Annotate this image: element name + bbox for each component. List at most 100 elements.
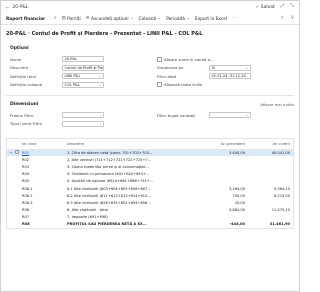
show-all-lines-label: Afișează toate liniile xyxy=(164,82,203,88)
row-checkbox-cell[interactable] xyxy=(14,221,21,228)
row-indicator-icon xyxy=(7,221,14,228)
row-description-cell: 6. Alte cheltuieli - total xyxy=(67,208,108,213)
budget-filter-select[interactable] xyxy=(209,112,251,119)
table-row[interactable]: → R01 1. Cifra de afaceri netă (contr. 701… xyxy=(7,149,293,157)
cur-year-cell xyxy=(248,199,293,206)
row-description-cell: 3. Costul materiilor prime și al consuma… xyxy=(67,164,149,169)
column-button[interactable]: Coloană ⌄ xyxy=(138,15,162,22)
row-number-cell[interactable]: R05 xyxy=(21,178,66,185)
prev-year-cell: 3.440,00 xyxy=(203,149,248,157)
chevron-down-icon: ⌄ xyxy=(157,15,162,21)
currency-checkbox[interactable] xyxy=(157,56,162,62)
prev-year-cell xyxy=(203,163,248,170)
column-label: Coloană xyxy=(138,16,157,22)
row-indicator-icon xyxy=(7,178,14,185)
export-excel-button[interactable]: Export în Excel xyxy=(195,17,227,22)
currency-checkbox-label: Afișare sume în valută a... xyxy=(164,56,214,62)
row-indicator-icon xyxy=(7,207,14,214)
row-number-cell[interactable]: R01 xyxy=(21,149,66,157)
table-row[interactable]: R06.1 6.1 Alte cheltuieli (603+604+605+60… xyxy=(7,185,293,192)
row-checkbox-cell[interactable] xyxy=(14,192,21,199)
expand-icon[interactable]: ⤢ xyxy=(281,5,285,10)
saved-status: ✓ Salvat xyxy=(256,5,275,11)
prev-year-header[interactable]: An precedent xyxy=(203,139,248,150)
print-icon: ▤ xyxy=(61,15,66,21)
row-checkbox-cell[interactable] xyxy=(14,149,21,157)
table-row[interactable]: R05 5. Ajustări de valoare (6814+681+686+… xyxy=(7,178,293,185)
row-indicator-icon xyxy=(7,156,14,163)
share-icon[interactable]: ⇪ xyxy=(280,16,284,21)
dimensions-title-text: Dimensiuni xyxy=(10,102,39,107)
name-field[interactable]: 20-P&L xyxy=(62,56,104,63)
options-right-column: Afișare sume în valută a... Vizualizare … xyxy=(157,55,294,89)
dimensions-left-column: Produs Filtru Tipuri venit Filtru xyxy=(10,111,147,128)
cur-year-cell: 6.215,00 xyxy=(273,193,290,198)
prev-year-cell xyxy=(203,156,248,163)
row-checkbox-cell[interactable] xyxy=(14,171,21,178)
hide-options-button[interactable]: ⚙ Ascundeți opțiuni ⌄ xyxy=(86,15,134,22)
row-checkbox-cell[interactable] xyxy=(14,207,21,214)
row-number-cell[interactable]: R06.3 xyxy=(21,199,66,206)
chevron-down-icon: ⌄ xyxy=(130,15,134,21)
cur-year-cell: 5.364,10 xyxy=(273,186,290,191)
row-no-header[interactable]: Nr. rând xyxy=(21,139,66,150)
row-checkbox-cell[interactable] xyxy=(14,163,21,170)
options-title-text: Opțiuni xyxy=(10,46,29,51)
print-button[interactable]: ▤ Porniți xyxy=(61,15,81,22)
row-indicator-icon xyxy=(7,185,14,192)
row-indicator-icon xyxy=(7,192,14,199)
row-checkbox[interactable] xyxy=(15,150,19,155)
period-button[interactable]: Perioadă ⌄ xyxy=(166,15,190,22)
row-number-cell[interactable]: R08 xyxy=(21,221,66,228)
column-definition-select[interactable]: COL P&L xyxy=(62,81,104,88)
row-definition-label: Definiție rând xyxy=(10,73,36,79)
table-row[interactable]: R06.2 6.2 Alte cheltuieli (611+612+613+61… xyxy=(7,192,293,199)
back-arrow-icon[interactable]: ← xyxy=(6,5,9,10)
table-row[interactable]: R07 7. Impozite (691+698) xyxy=(7,214,293,221)
income-type-filter-select[interactable] xyxy=(62,120,104,127)
hide-options-label: Ascundeți opțiuni xyxy=(91,16,129,22)
prev-year-cell: 3.164,00 xyxy=(228,186,245,191)
more-options-icon[interactable]: ⋯ xyxy=(232,16,236,21)
date-filter-field[interactable]: 01.01.24..31.12.24 xyxy=(209,73,251,80)
table-row[interactable]: R06 6. Alte cheltuieli - total 3.884,00 11.… xyxy=(7,207,293,214)
row-indicator-icon xyxy=(7,171,14,178)
cur-year-header[interactable]: An curent xyxy=(248,139,293,150)
table-row[interactable]: R02 2. Alte venituri (711+712+721+722+723… xyxy=(7,156,293,163)
row-checkbox-cell[interactable] xyxy=(14,185,21,192)
table-row[interactable]: R08 PROFITUL SAU PIERDEREA NETĂ A EX... -4… xyxy=(7,221,293,228)
row-number-cell[interactable]: R06.2 xyxy=(21,192,66,199)
table-row[interactable]: R03 3. Costul materiilor prime și al cons… xyxy=(7,163,293,170)
collapse-icon[interactable]: ⤡ xyxy=(290,5,294,10)
chevron-down-icon: ⌄ xyxy=(186,15,190,21)
filter-icon[interactable]: ⊽ xyxy=(291,16,294,21)
table-row[interactable]: R06.3 6.3 Alte cheltuieli (628+635+652+65… xyxy=(7,199,293,206)
row-number-cell[interactable]: R06 xyxy=(21,207,66,214)
row-number-cell[interactable]: R04 xyxy=(21,171,66,178)
cur-year-cell xyxy=(248,171,293,178)
cur-year-cell: 11.579,10 xyxy=(271,208,290,213)
row-number-cell[interactable]: R06.1 xyxy=(21,185,66,192)
row-definition-select[interactable]: LINII P&L xyxy=(62,73,104,80)
row-checkbox-cell[interactable] xyxy=(14,214,21,221)
show-more-link[interactable]: Afișare mai multe xyxy=(260,102,294,107)
show-all-lines-checkbox[interactable] xyxy=(157,82,162,88)
period-label: Perioadă xyxy=(166,16,185,22)
view-by-select[interactable]: Zi xyxy=(209,64,251,71)
row-checkbox-cell[interactable] xyxy=(14,199,21,206)
table-row[interactable]: R04 4. Cheltuieli cu personalul (641+642+… xyxy=(7,171,293,178)
row-number-cell[interactable]: R03 xyxy=(21,163,66,170)
row-indicator-icon xyxy=(7,199,14,206)
row-description-cell: 6.1 Alte cheltuieli (603+604+605+606+607… xyxy=(67,186,151,191)
cur-year-cell xyxy=(248,214,293,221)
product-filter-select[interactable] xyxy=(62,112,104,119)
row-number-cell[interactable]: R02 xyxy=(21,156,66,163)
row-checkbox-cell[interactable] xyxy=(14,156,21,163)
search-icon[interactable]: ⌕ xyxy=(54,16,56,21)
row-number-cell[interactable]: R07 xyxy=(21,214,66,221)
description-field[interactable]: Contul de Profit și Pierdere - Prezentat xyxy=(62,64,104,71)
row-description-cell: 2. Alte venituri (711+712+721+722+723+7.… xyxy=(67,157,152,162)
description-header[interactable]: Descriere xyxy=(66,139,203,150)
print-label: Porniți xyxy=(67,16,81,22)
row-checkbox-cell[interactable] xyxy=(14,178,21,185)
